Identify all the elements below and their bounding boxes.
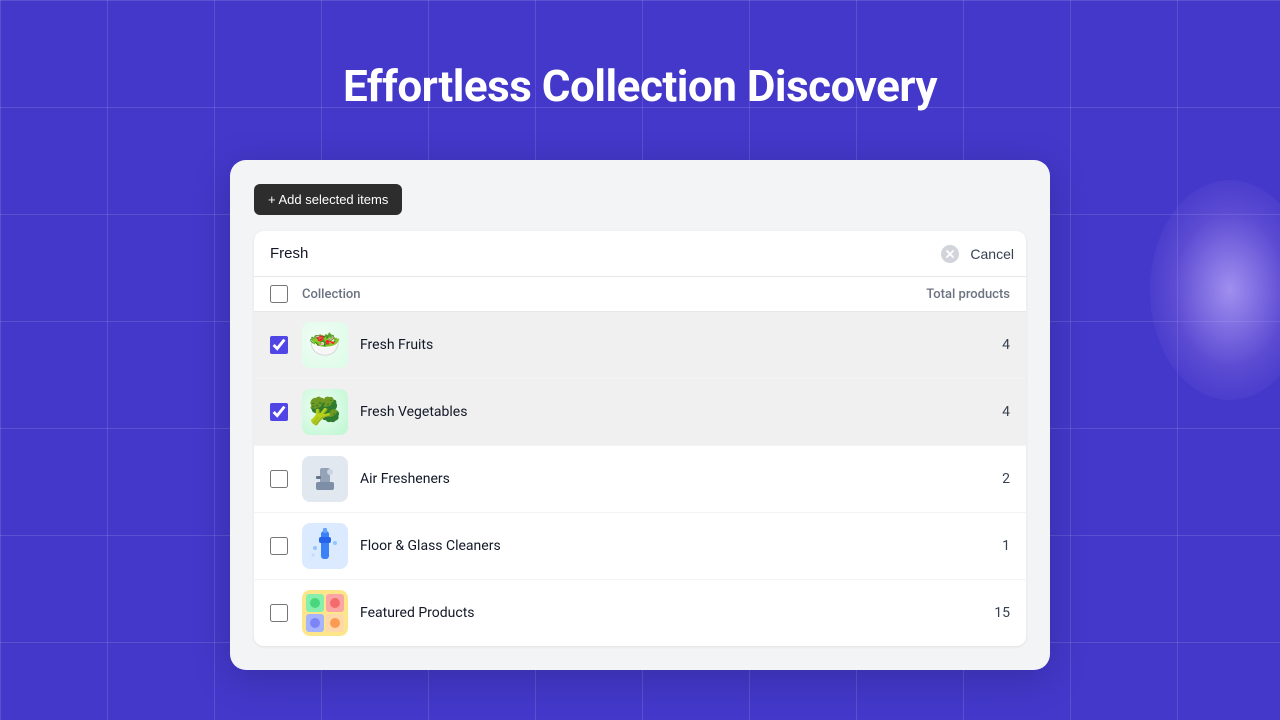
- row-checkbox-floor-cleaners[interactable]: [270, 537, 288, 555]
- table-row: Floor & Glass Cleaners 1: [254, 513, 1026, 580]
- search-input[interactable]: [266, 231, 940, 276]
- collection-name-floor-cleaners: Floor & Glass Cleaners: [360, 538, 986, 554]
- select-all-checkbox[interactable]: [270, 285, 288, 303]
- clear-icon[interactable]: [940, 244, 960, 264]
- collection-count-fresh-fruits: 4: [986, 337, 1010, 353]
- collection-image-fresh-vegetables: 🥦: [302, 389, 348, 435]
- column-collection-header: Collection: [302, 287, 926, 302]
- collection-name-featured-products: Featured Products: [360, 605, 986, 621]
- cancel-button[interactable]: Cancel: [970, 242, 1014, 266]
- collection-image-floor-cleaners: [302, 523, 348, 569]
- collection-count-floor-cleaners: 1: [986, 538, 1010, 554]
- main-container: Effortless Collection Discovery + Add se…: [0, 0, 1280, 720]
- collection-name-fresh-fruits: Fresh Fruits: [360, 337, 986, 353]
- collection-count-fresh-vegetables: 4: [986, 404, 1010, 420]
- collection-image-air-fresheners: [302, 456, 348, 502]
- collection-card: + Add selected items Cancel Collection T…: [230, 160, 1050, 670]
- collection-image-featured-products: [302, 590, 348, 636]
- row-checkbox-fresh-fruits[interactable]: [270, 336, 288, 354]
- search-bar: Cancel: [254, 231, 1026, 277]
- table-row: Air Fresheners 2: [254, 446, 1026, 513]
- collection-image-fresh-fruits: 🥗: [302, 322, 348, 368]
- row-checkbox-fresh-vegetables[interactable]: [270, 403, 288, 421]
- collection-count-featured-products: 15: [986, 605, 1010, 621]
- table-row: Featured Products 15: [254, 580, 1026, 646]
- collection-name-air-fresheners: Air Fresheners: [360, 471, 986, 487]
- table-row: 🥦 Fresh Vegetables 4: [254, 379, 1026, 446]
- row-checkbox-air-fresheners[interactable]: [270, 470, 288, 488]
- table-header: Collection Total products: [254, 277, 1026, 312]
- search-container: Cancel Collection Total products 🥗 Fresh…: [254, 231, 1026, 646]
- table-row: 🥗 Fresh Fruits 4: [254, 312, 1026, 379]
- page-title: Effortless Collection Discovery: [343, 60, 937, 112]
- add-selected-button[interactable]: + Add selected items: [254, 184, 402, 215]
- row-checkbox-featured-products[interactable]: [270, 604, 288, 622]
- collection-name-fresh-vegetables: Fresh Vegetables: [360, 404, 986, 420]
- collection-count-air-fresheners: 2: [986, 471, 1010, 487]
- column-total-header: Total products: [926, 287, 1010, 302]
